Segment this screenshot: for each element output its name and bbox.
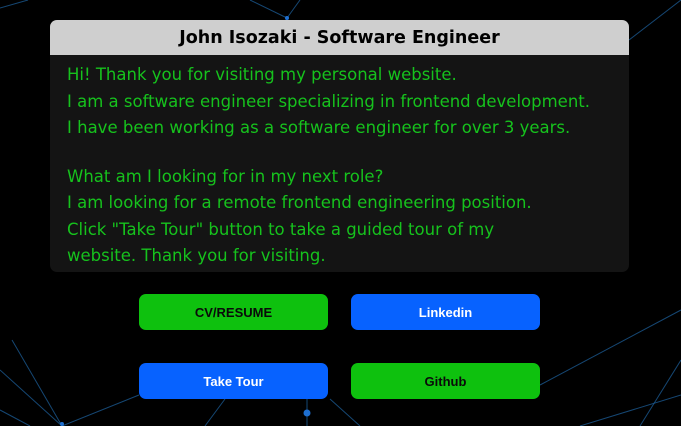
github-button[interactable]: Github	[351, 363, 540, 399]
next-role-paragraph: What am I looking for in my next role? I…	[67, 164, 629, 270]
intro-line: I am a software engineer specializing in…	[67, 91, 590, 111]
network-node	[303, 409, 311, 417]
network-line	[11, 339, 63, 426]
next-role-line: Click "Take Tour" button to take a guide…	[67, 219, 495, 239]
next-role-line: website. Thank you for visiting.	[67, 246, 326, 265]
card-body: Hi! Thank you for visiting my personal w…	[50, 55, 629, 270]
network-line	[286, 0, 301, 19]
network-line	[539, 309, 681, 386]
intro-card: John Isozaki - Software Engineer Hi! Tha…	[50, 20, 629, 272]
next-role-line: I am looking for a remote frontend engin…	[67, 193, 532, 212]
network-line	[0, 369, 63, 426]
card-title: John Isozaki - Software Engineer	[50, 20, 629, 55]
network-line	[329, 398, 361, 426]
network-line	[639, 359, 681, 426]
linkedin-button[interactable]: Linkedin	[351, 294, 540, 330]
page-background: John Isozaki - Software Engineer Hi! Tha…	[0, 0, 681, 426]
next-role-line: What am I looking for in my next role?	[67, 166, 384, 186]
network-line	[249, 0, 288, 19]
cv-resume-button[interactable]: CV/RESUME	[139, 294, 328, 330]
network-line	[204, 398, 226, 426]
network-node	[60, 422, 64, 426]
network-line	[0, 409, 31, 426]
intro-line: Hi! Thank you for visiting my personal w…	[67, 65, 457, 84]
network-line	[0, 0, 29, 9]
intro-line: I have been working as a software engine…	[67, 118, 571, 137]
intro-paragraph: Hi! Thank you for visiting my personal w…	[67, 62, 629, 142]
network-line	[628, 0, 681, 41]
network-line	[579, 394, 681, 426]
network-line	[61, 394, 140, 426]
take-tour-button[interactable]: Take Tour	[139, 363, 328, 399]
